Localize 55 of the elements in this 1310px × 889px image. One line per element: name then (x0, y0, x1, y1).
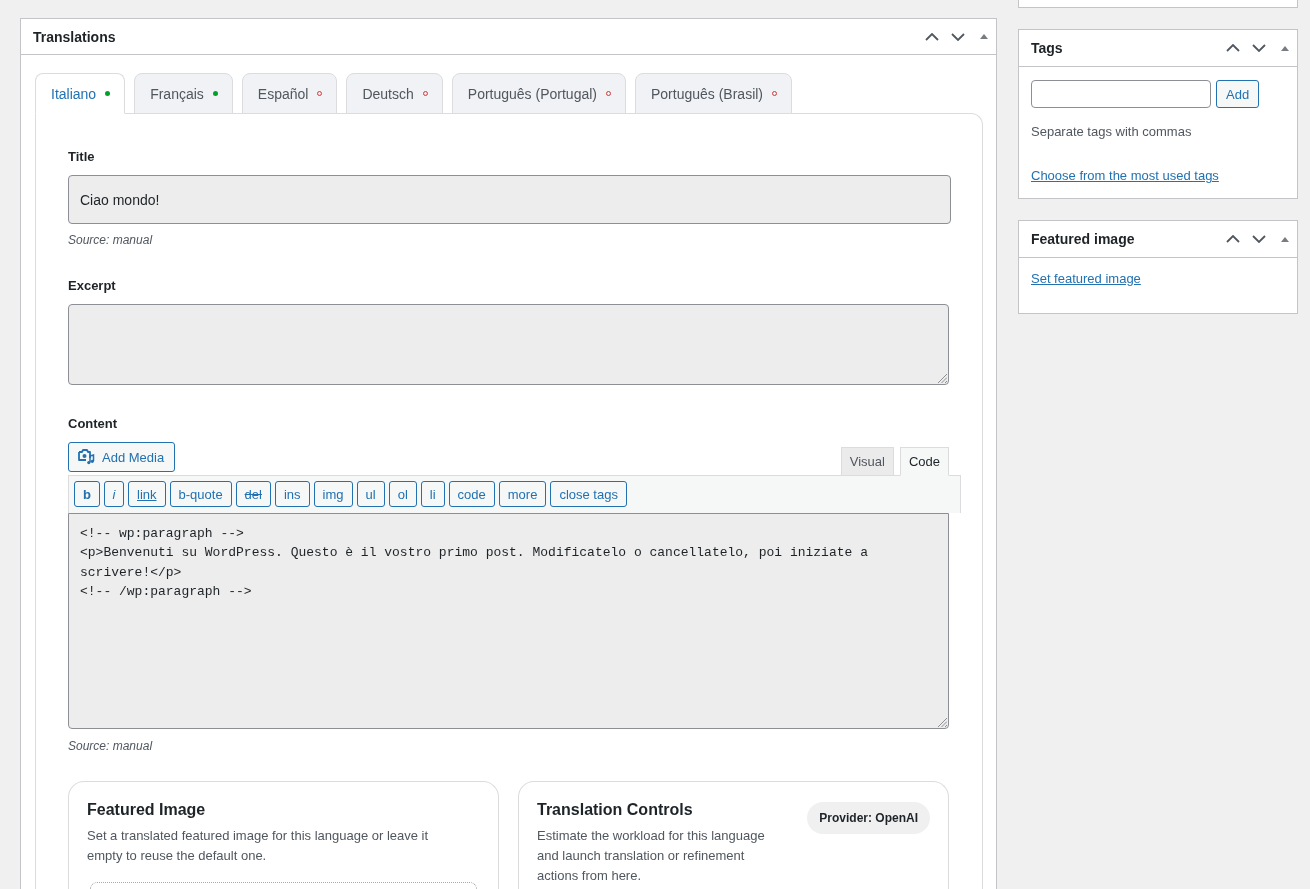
chevron-up-icon[interactable] (1226, 44, 1240, 52)
resize-handle-icon[interactable] (937, 717, 947, 727)
code-editor-field[interactable]: <!-- wp:paragraph --> <p>Benvenuti su WordPress. Questo è il vostro primo post. Modificatelo o cancellatelo, poi iniziate a scrivere!</p> <!-- /wp:paragraph --> (68, 513, 949, 729)
format-button[interactable]: li (420, 481, 445, 507)
triangle-up-icon[interactable] (1281, 236, 1289, 242)
card-description: Estimate the workload for this language and launch translation or refinement actions from here. (537, 827, 766, 885)
editor-mode-tab[interactable]: Visual (840, 447, 894, 476)
field-label: Title (68, 148, 96, 166)
language-tab[interactable]: Español (241, 73, 338, 114)
format-button[interactable]: link (128, 481, 166, 507)
format-button[interactable]: close tags (550, 481, 627, 507)
editor-mode-tab[interactable]: Code (899, 447, 949, 476)
format-button[interactable]: ins (274, 481, 310, 507)
format-button[interactable]: code (448, 481, 495, 507)
card-description: Set a translated featured image for this language or leave it empty to reuse the default one. (87, 827, 430, 865)
format-button[interactable]: del (235, 481, 271, 507)
card-title: Translation Controls (537, 800, 694, 820)
panel-title: Featured image (1031, 231, 1136, 247)
language-tab[interactable]: Français (134, 73, 233, 114)
chevron-down-icon[interactable] (951, 32, 965, 41)
chevron-down-icon[interactable] (1252, 235, 1266, 243)
most-used-tags-link[interactable]: Choose from the most used tags (1031, 168, 1219, 184)
format-button[interactable]: b-quote (169, 481, 232, 507)
add-media-button[interactable]: Add Media (68, 442, 176, 472)
card-title: Featured Image (87, 800, 207, 820)
add-tag-button[interactable]: Add (1216, 80, 1260, 108)
source-note: Source: manual (68, 738, 153, 754)
resize-handle-icon[interactable] (937, 373, 947, 383)
format-button[interactable]: ol (388, 481, 417, 507)
excerpt-textarea-field[interactable] (68, 304, 949, 385)
triangle-up-icon[interactable] (980, 34, 988, 39)
panel-title: Tags (1031, 40, 1064, 56)
title-input-field[interactable]: Ciao mondo! (68, 175, 951, 224)
language-tab[interactable]: Português (Brasil) (635, 73, 793, 114)
field-label: Content (68, 415, 119, 433)
panel-title: Translations (33, 28, 117, 45)
chevron-down-icon[interactable] (1252, 44, 1266, 52)
format-button[interactable]: b (74, 481, 100, 507)
triangle-up-icon[interactable] (1281, 45, 1289, 51)
language-tab[interactable]: Italiano (35, 73, 126, 114)
provider-badge: Provider: OpenAI (807, 802, 930, 834)
set-featured-image-link[interactable]: Set featured image (1031, 271, 1141, 287)
chevron-up-icon[interactable] (1226, 235, 1240, 243)
language-tab[interactable]: Português (Portugal) (451, 73, 626, 114)
field-label: Excerpt (68, 277, 117, 295)
format-button[interactable]: ul (356, 481, 385, 507)
format-button[interactable]: i (104, 481, 124, 507)
format-button[interactable]: img (313, 481, 353, 507)
source-note: Source: manual (68, 232, 153, 248)
tags-hint: Separate tags with commas (1031, 124, 1192, 140)
tag-input-field[interactable] (1031, 80, 1211, 108)
language-tab[interactable]: Deutsch (346, 73, 443, 114)
media-icon (78, 449, 95, 465)
chevron-up-icon[interactable] (925, 32, 939, 41)
format-button[interactable]: more (498, 481, 547, 507)
